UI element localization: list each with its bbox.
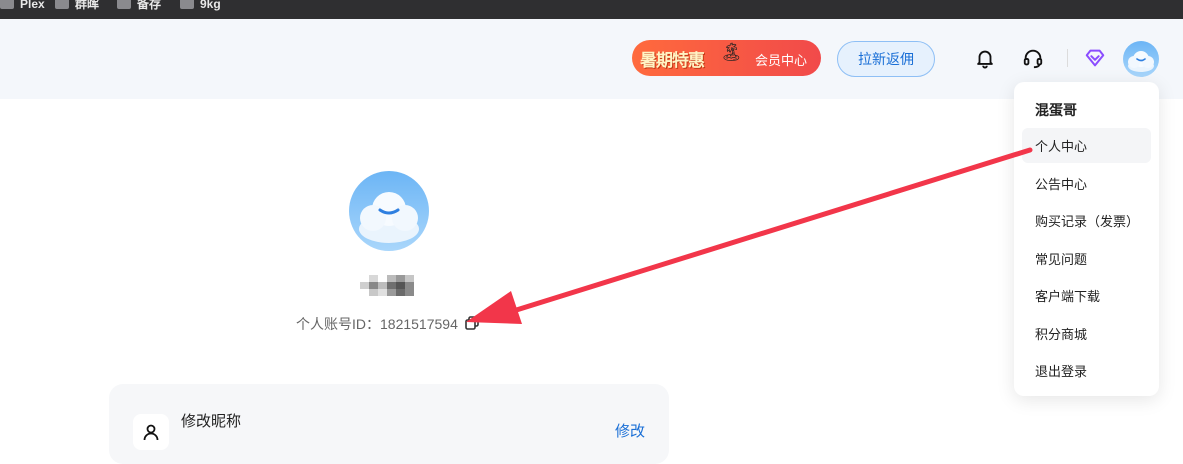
- menu-item-faq[interactable]: 常见问题: [1022, 241, 1151, 276]
- card-title: 修改昵称: [181, 413, 242, 430]
- account-id-label: 个人账号ID：1821517594: [296, 316, 458, 332]
- site-header: 暑期特惠 🏝 会员中心 拉新返佣: [0, 19, 1183, 99]
- member-center-label: 会员中心: [755, 53, 808, 68]
- bookmark-label: 备存: [137, 0, 162, 11]
- palm-tree-icon: 🏝: [720, 42, 743, 62]
- bookmark-beicun[interactable]: 备存: [117, 0, 161, 13]
- invite-rebate-button[interactable]: 拉新返佣: [837, 41, 935, 77]
- headset-icon[interactable]: [1022, 47, 1044, 69]
- folder-icon: [0, 0, 14, 9]
- menu-item-client-download[interactable]: 客户端下载: [1022, 278, 1151, 313]
- bookmark-9kg[interactable]: 9kg: [180, 0, 221, 13]
- bookmark-qunhui[interactable]: 群晖: [55, 0, 99, 13]
- menu-item-points-mall[interactable]: 积分商城: [1022, 316, 1151, 351]
- folder-icon: [55, 0, 69, 9]
- modify-nickname-link[interactable]: 修改: [615, 420, 645, 441]
- menu-item-purchase-records[interactable]: 购买记录（发票）: [1022, 203, 1151, 238]
- header-divider: [1067, 49, 1068, 67]
- menu-item-personal-center[interactable]: 个人中心: [1022, 128, 1151, 163]
- folder-icon: [117, 0, 131, 9]
- blurred-username: [360, 275, 418, 298]
- nickname-card: 修改昵称 修改: [109, 384, 669, 464]
- promo-banner-button[interactable]: 暑期特惠 🏝 会员中心: [632, 40, 821, 76]
- bookmark-plex[interactable]: Plex: [0, 0, 45, 13]
- profile-avatar: [349, 171, 429, 251]
- menu-item-logout[interactable]: 退出登录: [1022, 353, 1151, 388]
- bookmark-label: 群晖: [75, 0, 100, 11]
- bookmarks-bar: Plex 群晖 备存 9kg: [0, 0, 1183, 19]
- user-icon: [133, 414, 169, 450]
- user-dropdown-menu: 混蛋哥 个人中心 公告中心 购买记录（发票） 常见问题 客户端下载 积分商城 退…: [1014, 82, 1159, 396]
- dropdown-username: 混蛋哥: [1035, 102, 1077, 118]
- promo-badge: 暑期特惠: [640, 50, 705, 70]
- folder-icon: [180, 0, 194, 9]
- diamond-icon[interactable]: [1084, 47, 1106, 69]
- user-avatar-button[interactable]: [1123, 41, 1159, 77]
- menu-item-announcements[interactable]: 公告中心: [1022, 166, 1151, 201]
- bookmark-label: Plex: [20, 0, 45, 11]
- bookmark-label: 9kg: [200, 0, 221, 11]
- copy-icon[interactable]: [464, 315, 480, 331]
- bell-icon[interactable]: [974, 47, 996, 69]
